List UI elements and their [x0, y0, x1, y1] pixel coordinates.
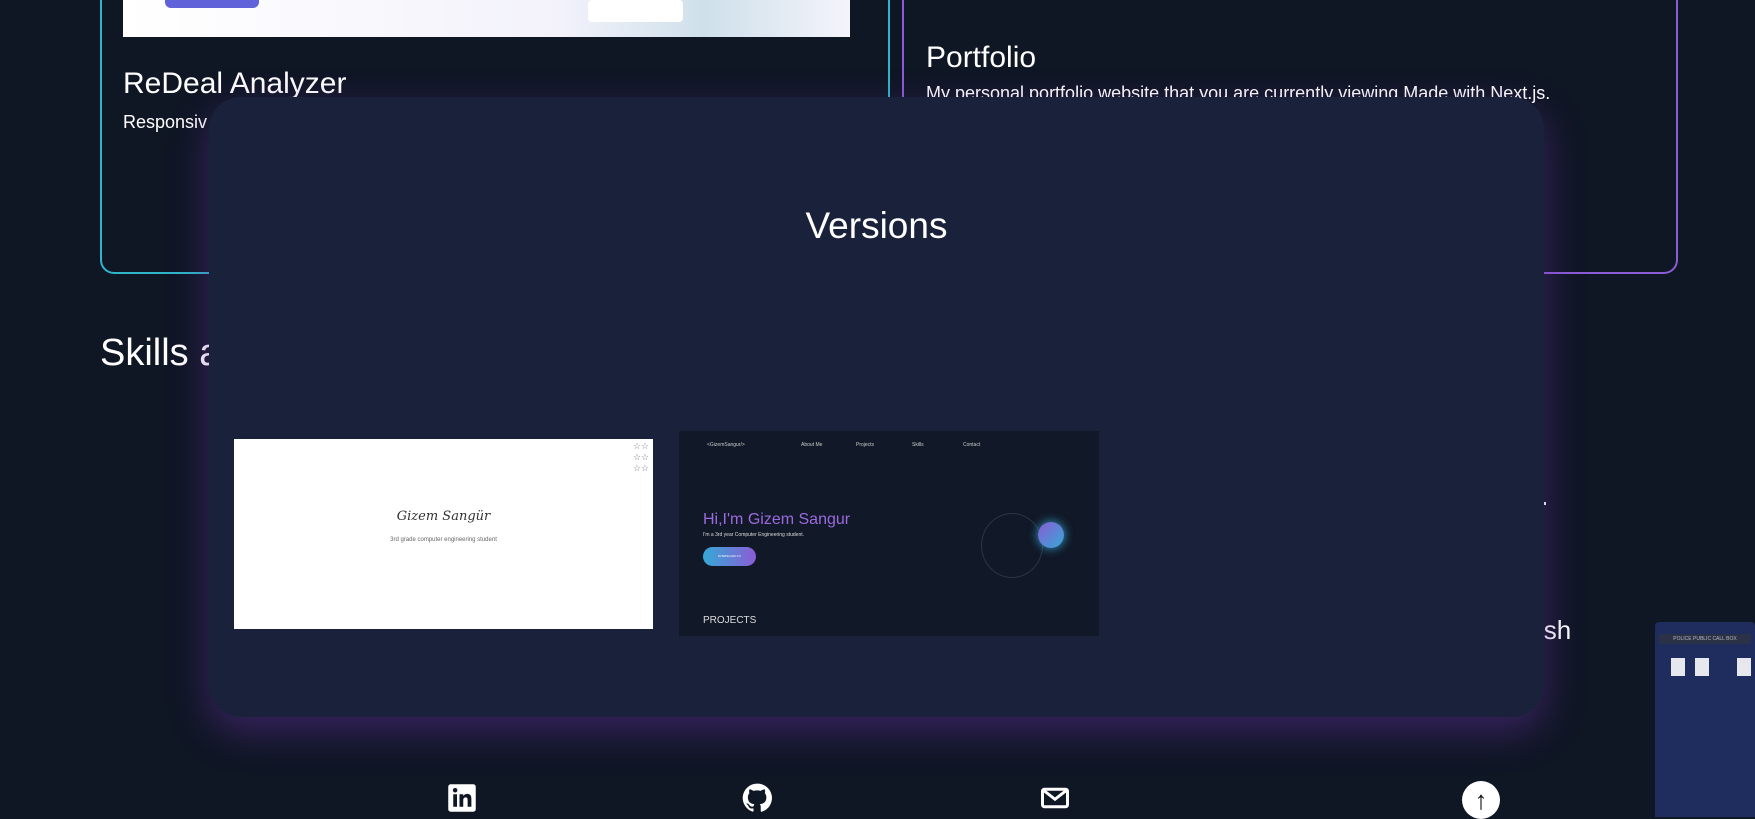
mail-icon[interactable]: [1040, 783, 1070, 813]
project-description: Responsiv: [123, 112, 208, 132]
version-thumbnail-2[interactable]: <GizemSangur/> About Me Projects Skills …: [679, 431, 1099, 636]
thumb-circle: [981, 513, 1043, 578]
thumb-nav: Skills: [912, 442, 924, 448]
linkedin-icon[interactable]: [447, 783, 477, 813]
version-subtitle: 3rd grade computer engineering student: [390, 537, 497, 543]
github-icon[interactable]: [742, 783, 772, 813]
thumb-subtitle: I'm a 3rd year Computer Engineering stud…: [703, 532, 805, 538]
version-name: Gizem Sangür: [396, 509, 491, 524]
thumb-button: DOWNLOAD CV: [703, 547, 756, 566]
thumb-nav: Contact: [963, 442, 981, 448]
thumb-section: PROJECTS: [703, 615, 757, 626]
versions-modal: Versions ☆☆ ☆☆ ☆☆ Gizem Sangür 3rd grade c…: [209, 97, 1544, 717]
project-image-redeal: [123, 0, 850, 37]
thumb-logo: <GizemSangur/>: [707, 442, 745, 448]
stars-icon: ☆☆ ☆☆ ☆☆: [632, 441, 649, 473]
project-title: ReDeal Analyzer: [123, 67, 347, 100]
thumb-ball: [1038, 522, 1064, 548]
version-thumbnail-1[interactable]: ☆☆ ☆☆ ☆☆ Gizem Sangür 3rd grade computer e…: [234, 439, 653, 629]
tardis-image: POLICE PUBLIC CALL BOX: [1655, 622, 1755, 817]
tardis-sign: POLICE PUBLIC CALL BOX: [1659, 634, 1751, 644]
scroll-to-top-button[interactable]: ↑: [1462, 781, 1500, 819]
thumb-nav: Projects: [856, 442, 875, 448]
modal-title: Versions: [805, 205, 948, 246]
project-title: Portfolio: [926, 41, 1037, 74]
arrow-up-icon: ↑: [1474, 785, 1488, 815]
thumb-headline: Hi,I'm Gizem Sangur: [703, 511, 851, 528]
skills-heading: Skills a: [100, 332, 221, 374]
thumb-nav: About Me: [801, 442, 823, 448]
